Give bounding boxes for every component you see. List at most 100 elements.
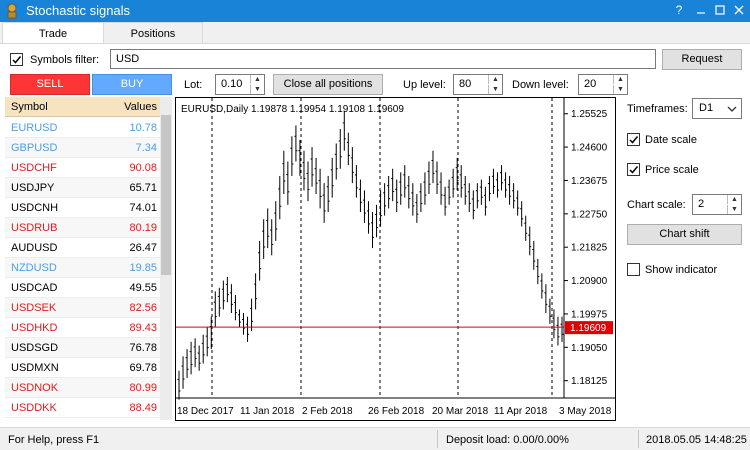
spin-down-icon[interactable]: ▼ [613,85,627,94]
table-row[interactable]: EURUSD 10.78 [5,118,160,138]
table-scrollbar[interactable] [160,97,172,420]
close-icon[interactable] [731,2,747,18]
row-value: 69.78 [129,362,157,374]
buy-button[interactable]: BUY [92,74,172,95]
down-level-label: Down level: [512,79,569,91]
lot-value: 0.10 [221,78,243,90]
timeframes-label: Timeframes: [627,103,688,115]
spin-up-icon[interactable]: ▲ [613,75,627,84]
date-axis-label: 11 Apr 2018 [494,406,548,417]
spin-down-icon[interactable]: ▼ [488,85,502,94]
row-value: 88.49 [129,402,157,414]
row-value: 74.01 [129,202,157,214]
price-axis-label: 1.22750 [571,209,608,220]
table-row[interactable]: NZDUSD 19.85 [5,258,160,278]
status-help-text: For Help, press F1 [8,434,100,446]
row-value: 80.99 [129,382,157,394]
status-bar: For Help, press F1 Deposit load: 0.00/0.… [0,427,750,450]
column-header-symbol[interactable]: Symbol [11,101,48,113]
row-value: 10.78 [129,122,157,134]
table-header: Symbol Values [5,97,160,117]
table-row[interactable]: USDMXN 69.78 [5,358,160,378]
row-value: 90.08 [129,162,157,174]
table-row[interactable]: GBPUSD 7.34 [5,138,160,158]
row-value: 82.56 [129,302,157,314]
lot-label: Lot: [184,79,203,91]
table-row[interactable]: USDSEK 82.56 [5,298,160,318]
table-row[interactable]: USDHKD 89.43 [5,318,160,338]
chart-header: EURUSD,Daily 1.19878 1.19954 1.19108 1.1… [181,104,404,115]
up-level-value: 80 [459,78,472,90]
chart-canvas: 1.25525 1.24600 1.23675 1.22750 1.21825 1.209… [176,98,615,417]
price-chart[interactable]: 1.25525 1.24600 1.23675 1.22750 1.21825 1.209… [175,97,616,421]
date-scale-checkbox[interactable] [627,133,640,146]
table-row[interactable]: USDDKK 88.49 [5,398,160,418]
checkmark-icon [12,56,22,64]
table-row[interactable]: USDSGD 76.78 [5,338,160,358]
table-row[interactable]: USDCAD 49.55 [5,278,160,298]
price-axis-label: 1.25525 [571,109,608,120]
spin-up-icon[interactable]: ▲ [727,195,741,204]
row-symbol: USDNOK [11,382,59,394]
table-row[interactable]: AUDUSD 26.47 [5,238,160,258]
chart-scale-stepper[interactable]: 2 ▲ ▼ [692,194,742,215]
row-value: 19.85 [129,262,157,274]
row-value: 7.34 [135,142,157,154]
lot-stepper[interactable]: 0.10 ▲ ▼ [215,74,265,95]
row-value: 65.71 [129,182,157,194]
row-symbol: AUDUSD [11,242,58,254]
close-all-positions-button[interactable]: Close all positions [273,74,383,95]
symbols-table: Symbol Values EURUSD 10.78 GBPUSD 7.34 USDCH… [5,97,172,420]
row-symbol: USDSEK [11,302,57,314]
price-axis-label: 1.18125 [571,376,608,387]
row-symbol: GBPUSD [11,142,58,154]
date-axis-label: 3 May 2018 [559,406,612,417]
sell-button[interactable]: SELL [10,74,90,95]
row-symbol: USDHKD [11,322,58,334]
date-axis-label: 18 Dec 2017 [177,406,234,417]
table-row[interactable]: USDNOK 80.99 [5,378,160,398]
symbols-filter-checkbox[interactable] [10,53,23,66]
row-symbol: USDCHF [11,162,57,174]
date-axis-label: 26 Feb 2018 [368,406,425,417]
maximize-icon[interactable] [712,2,728,18]
checkmark-icon [629,136,639,144]
minimize-icon[interactable] [693,2,709,18]
price-axis-label: 1.20900 [571,276,608,287]
chevron-down-icon [727,106,737,112]
table-row[interactable]: USDCHF 90.08 [5,158,160,178]
spin-down-icon[interactable]: ▼ [250,85,264,94]
table-row[interactable]: USDJPY 65.71 [5,178,160,198]
table-row[interactable]: USDCNH 74.01 [5,198,160,218]
row-value: 89.43 [129,322,157,334]
window-title: Stochastic signals [26,3,131,18]
spin-up-icon[interactable]: ▲ [488,75,502,84]
column-header-values[interactable]: Values [124,101,157,113]
chart-shift-button[interactable]: Chart shift [627,224,742,245]
help-icon[interactable]: ? [671,2,687,18]
price-axis-label: 1.23675 [571,176,608,187]
row-symbol: NZDUSD [11,262,57,274]
date-scale-label: Date scale [645,134,697,146]
timeframe-select[interactable]: D1 [692,98,742,119]
price-scale-checkbox[interactable] [627,163,640,176]
spin-up-icon[interactable]: ▲ [250,75,264,84]
price-axis-label: 1.24600 [571,143,608,154]
price-axis-label: 1.21825 [571,243,608,254]
row-value: 49.55 [129,282,157,294]
tab-positions[interactable]: Positions [103,22,203,44]
price-axis-label: 1.19050 [571,343,608,354]
scrollbar-thumb[interactable] [161,115,171,275]
spin-down-icon[interactable]: ▼ [727,205,741,214]
table-row[interactable]: USDRUB 80.19 [5,218,160,238]
status-time: 2018.05.05 14:48:25 [646,434,747,446]
row-symbol: USDCAD [11,282,58,294]
request-button[interactable]: Request [662,49,742,70]
show-indicator-checkbox[interactable] [627,263,640,276]
symbols-filter-input[interactable]: USD [110,49,656,69]
row-symbol: USDCNH [11,202,59,214]
down-level-stepper[interactable]: 20 ▲ ▼ [578,74,628,95]
tab-trade[interactable]: Trade [2,22,104,44]
row-symbol: USDMXN [11,362,59,374]
up-level-stepper[interactable]: 80 ▲ ▼ [453,74,503,95]
